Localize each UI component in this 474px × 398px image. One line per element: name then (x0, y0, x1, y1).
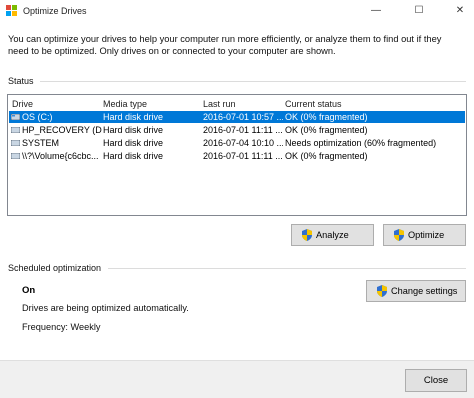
footer-bar: Close (0, 360, 474, 398)
drive-list[interactable]: Drive Media type Last run Current status… (7, 94, 467, 216)
drive-row-volume[interactable]: \\?\Volume{c6cbc... Hard disk drive 2016… (9, 150, 465, 162)
drive-media-type: Hard disk drive (103, 138, 164, 148)
optimize-label: Optimize (408, 230, 445, 240)
status-section-label: Status (8, 76, 34, 86)
drive-last-run: 2016-07-01 11:11 ... (203, 125, 283, 135)
drive-last-run: 2016-07-01 11:11 ... (203, 151, 283, 161)
column-header-media-type[interactable]: Media type (103, 99, 147, 109)
drive-last-run: 2016-07-04 10:10 ... (203, 138, 283, 148)
analyze-label: Analyze (316, 230, 349, 240)
schedule-description: Drives are being optimized automatically… (22, 303, 189, 313)
analyze-button[interactable]: Analyze (291, 224, 374, 246)
hard-drive-icon (11, 114, 20, 120)
column-header-drive[interactable]: Drive (12, 99, 33, 109)
drive-media-type: Hard disk drive (103, 112, 164, 122)
close-window-button[interactable]: ✕ (446, 0, 474, 22)
drive-media-type: Hard disk drive (103, 151, 164, 161)
drive-current-status: Needs optimization (60% fragmented) (285, 138, 437, 148)
drive-current-status: OK (0% fragmented) (285, 151, 368, 161)
hard-drive-icon (11, 140, 20, 146)
drive-row-hp-recovery[interactable]: HP_RECOVERY (D:) Hard disk drive 2016-07… (9, 124, 465, 136)
drive-row-system[interactable]: SYSTEM Hard disk drive 2016-07-04 10:10 … (9, 137, 465, 149)
drive-last-run: 2016-07-01 10:57 ... (203, 112, 283, 122)
status-divider (40, 81, 466, 82)
drive-name: HP_RECOVERY (D:) (22, 125, 102, 135)
drive-name: SYSTEM (22, 138, 60, 148)
defrag-icon (6, 5, 17, 16)
hard-drive-icon (11, 127, 20, 133)
title-bar: Optimize Drives — ☐ ✕ (0, 0, 474, 22)
close-button[interactable]: Close (405, 369, 467, 392)
drive-name: OS (C:) (22, 112, 53, 122)
column-header-current-status[interactable]: Current status (285, 99, 342, 109)
maximize-button[interactable]: ☐ (405, 0, 433, 22)
uac-shield-icon (394, 229, 404, 241)
window-title: Optimize Drives (23, 6, 87, 16)
uac-shield-icon (377, 285, 387, 297)
scheduled-section-label: Scheduled optimization (8, 263, 102, 273)
optimize-button[interactable]: Optimize (383, 224, 466, 246)
intro-text: You can optimize your drives to help you… (8, 34, 442, 56)
drive-current-status: OK (0% fragmented) (285, 112, 368, 122)
schedule-frequency: Frequency: Weekly (22, 322, 101, 332)
schedule-state: On (22, 285, 36, 296)
column-header-last-run[interactable]: Last run (203, 99, 236, 109)
scheduled-divider (108, 268, 466, 269)
drive-name: \\?\Volume{c6cbc... (22, 151, 99, 161)
minimize-button[interactable]: — (362, 0, 390, 22)
drive-row-os[interactable]: OS (C:) Hard disk drive 2016-07-01 10:57… (9, 111, 465, 123)
change-settings-label: Change settings (391, 286, 458, 296)
hard-drive-icon (11, 153, 20, 159)
drive-current-status: OK (0% fragmented) (285, 125, 368, 135)
drive-media-type: Hard disk drive (103, 125, 164, 135)
uac-shield-icon (302, 229, 312, 241)
change-settings-button[interactable]: Change settings (366, 280, 466, 302)
